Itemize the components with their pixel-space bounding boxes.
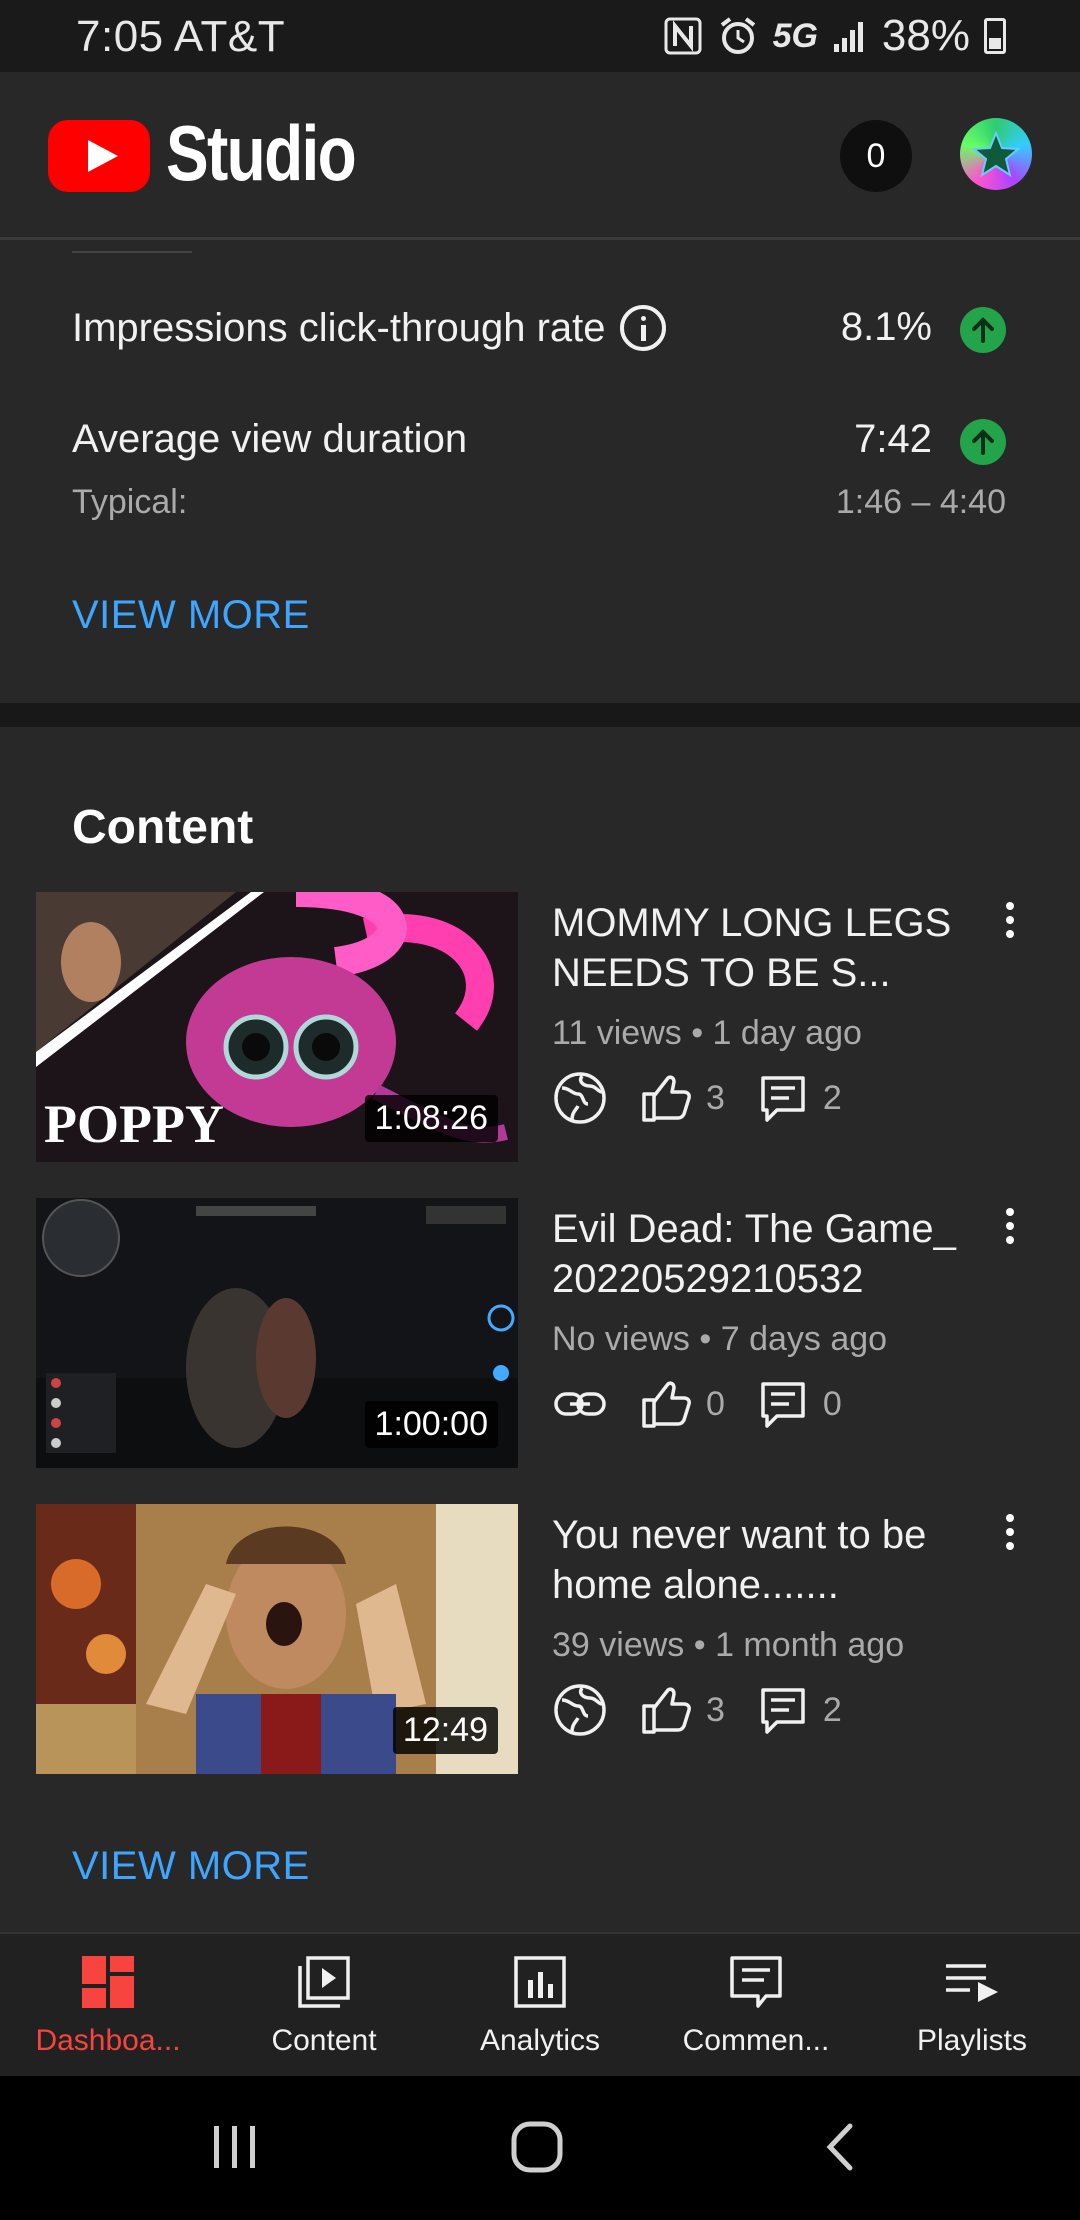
bottom-navigation: Dashboa... Content Analytics Commen... P… (0, 1932, 1080, 2076)
comment-icon (761, 1688, 805, 1734)
nav-comments[interactable]: Commen... (648, 1934, 864, 2078)
like-count: 3 (706, 1690, 725, 1729)
battery-percent: 38% (881, 11, 970, 60)
like-count: 3 (706, 1078, 725, 1117)
more-options-icon[interactable] (1000, 902, 1020, 942)
like-count: 0 (706, 1384, 725, 1423)
section-divider (0, 703, 1080, 727)
video-duration: 12:49 (392, 1707, 498, 1754)
globe-icon (554, 1684, 606, 1736)
battery-icon (984, 18, 1006, 54)
avd-row: Average view duration 7:42 (72, 417, 1006, 477)
video-item[interactable]: 12:49 You never want to be home alone...… (36, 1504, 1046, 1774)
comment-count: 0 (822, 1384, 842, 1423)
video-duration: 1:08:26 (364, 1095, 498, 1142)
video-stats: 0 0 (552, 1376, 872, 1432)
thumbs-up-icon (642, 1381, 691, 1428)
nav-analytics[interactable]: Analytics (432, 1934, 648, 2078)
signal-icon (833, 22, 863, 52)
nav-label: Dashboa... (35, 2024, 181, 2057)
comment-icon (761, 1382, 805, 1428)
status-time-carrier: 7:05 AT&T (76, 12, 286, 61)
video-title[interactable]: Evil Dead: The Game_20220529210532 (552, 1204, 972, 1304)
analytics-icon (514, 1956, 566, 2008)
video-thumbnail[interactable]: 12:49 (36, 1504, 518, 1774)
ctr-value: 8.1% (840, 305, 932, 349)
status-bar: 7:05 AT&T 5G 38% (0, 0, 1080, 72)
content-section-title: Content (72, 801, 254, 854)
youtube-logo-icon (48, 120, 150, 192)
home-icon[interactable] (510, 2120, 564, 2174)
info-icon[interactable] (619, 305, 666, 351)
video-meta: No views • 7 days ago (552, 1320, 888, 1358)
video-meta: 39 views • 1 month ago (552, 1626, 905, 1664)
content-icon (298, 1956, 350, 2008)
nav-label: Playlists (916, 2024, 1028, 2057)
avd-label: Average view duration (72, 417, 468, 461)
app-title: Studio (166, 109, 357, 197)
app-header: Studio 0 (0, 72, 1080, 240)
account-avatar[interactable] (960, 118, 1032, 190)
link-icon (554, 1392, 606, 1416)
status-icons: 5G 38% (663, 11, 1006, 60)
more-options-icon[interactable] (1000, 1208, 1020, 1248)
comments-icon (730, 1956, 782, 2008)
more-options-icon[interactable] (1000, 1514, 1020, 1554)
ctr-row: Impressions click-through rate 8.1% (72, 305, 1006, 365)
thumbs-up-icon (642, 1687, 691, 1734)
nav-label: Commen... (682, 2024, 830, 2057)
nfc-icon (664, 17, 702, 55)
typical-label: Typical: (72, 483, 188, 521)
nav-label: Analytics (479, 2024, 601, 2057)
typical-range: 1:46 – 4:40 (835, 483, 1006, 521)
avd-value: 7:42 (854, 417, 932, 461)
video-stats: 3 2 (552, 1682, 872, 1738)
nav-label: Content (271, 2024, 377, 2057)
video-meta: 11 views • 1 day ago (552, 1014, 862, 1052)
comment-icon (761, 1076, 805, 1122)
dashboard-icon (82, 1956, 134, 2008)
video-thumbnail[interactable]: POPPY 1:08:26 (36, 892, 518, 1162)
ctr-label: Impressions click-through rate (72, 305, 606, 350)
network-label: 5G (772, 16, 818, 55)
nav-content[interactable]: Content (216, 1934, 432, 2078)
thumbnail-poppy-text: POPPY (44, 1094, 224, 1154)
content-view-more-link[interactable]: VIEW MORE (72, 1844, 310, 1889)
video-thumbnail[interactable]: 1:00:00 (36, 1198, 518, 1468)
comment-count: 2 (822, 1690, 842, 1729)
alarm-icon (720, 17, 755, 54)
nav-playlists[interactable]: Playlists (864, 1934, 1080, 2078)
trend-up-icon (960, 307, 1006, 353)
system-navigation-bar (0, 2076, 1080, 2220)
clipped-previous-row (72, 243, 192, 253)
trend-up-icon (960, 419, 1006, 465)
video-item[interactable]: POPPY 1:08:26 MOMMY LONG LEGS NEEDS TO B… (36, 892, 1046, 1162)
video-title[interactable]: MOMMY LONG LEGS NEEDS TO BE S... (552, 898, 972, 998)
thumbs-up-icon (642, 1075, 691, 1122)
video-title[interactable]: You never want to be home alone....... (552, 1510, 972, 1610)
globe-icon (554, 1072, 606, 1124)
nav-dashboard[interactable]: Dashboa... (0, 1934, 216, 2078)
comment-count: 2 (822, 1078, 842, 1117)
video-stats: 3 2 (552, 1070, 872, 1126)
back-icon[interactable] (820, 2120, 860, 2174)
avatar-star-icon (972, 130, 1020, 178)
video-duration: 1:00:00 (364, 1401, 498, 1448)
playlists-icon (946, 1964, 998, 2002)
stats-view-more-link[interactable]: VIEW MORE (72, 593, 310, 638)
recent-apps-icon[interactable] (210, 2122, 260, 2172)
video-item[interactable]: 1:00:00 Evil Dead: The Game_202205292105… (36, 1198, 1046, 1468)
notifications-button[interactable]: 0 (840, 120, 912, 192)
stats-card: Impressions click-through rate 8.1% Aver… (0, 243, 1080, 703)
